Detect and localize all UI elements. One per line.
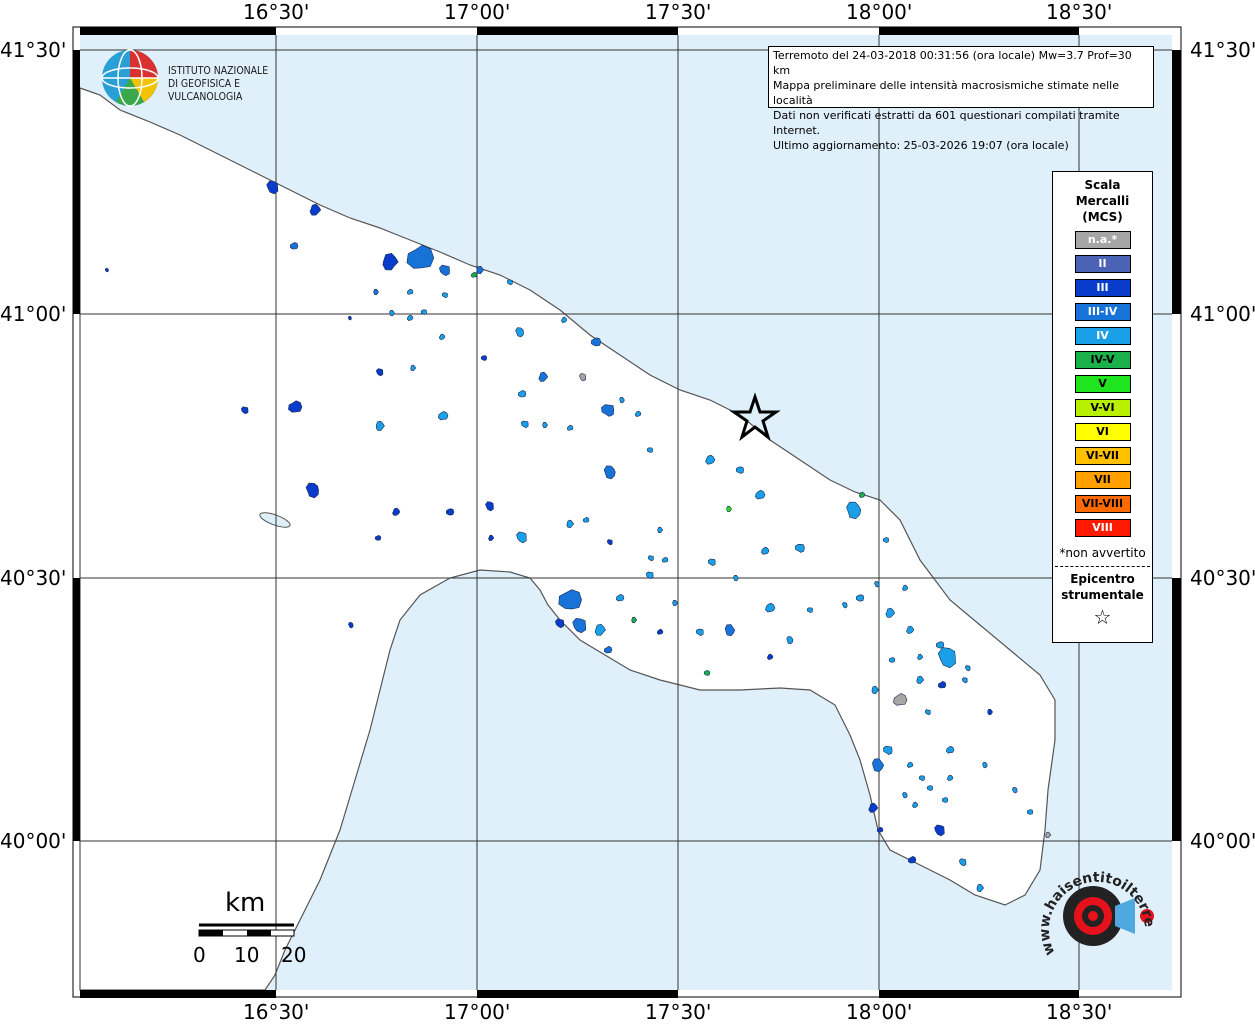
scale-unit: km: [225, 888, 266, 918]
lon-label: 17°00': [444, 0, 511, 24]
legend-note: *non avvertito: [1059, 546, 1146, 560]
legend-item: III-IV: [1074, 303, 1131, 321]
ingv-line2: DI GEOFISICA E VULCANOLOGIA: [168, 77, 243, 103]
legend-item: V: [1074, 375, 1131, 393]
legend-epicenter: Epicentro strumentale: [1053, 571, 1152, 603]
legend-item: VII: [1074, 471, 1131, 489]
event-info: Terremoto del 24-03-2018 00:31:56 (ora l…: [768, 46, 1154, 152]
lat-label: 41°30': [0, 38, 67, 62]
lon-label: 17°00': [444, 1000, 511, 1024]
info-line1: Terremoto del 24-03-2018 00:31:56 (ora l…: [773, 49, 1132, 77]
scale-tick: 20: [281, 943, 307, 967]
legend-item: II: [1074, 255, 1131, 273]
scale-tick: 0: [193, 943, 206, 967]
legend-items: n.a.* II III III-IV IV IV-V V V-VI VI VI-VII VII VI…: [1053, 231, 1152, 537]
lon-label: 18°30': [1046, 0, 1113, 24]
lat-label: 40°00': [1190, 829, 1255, 853]
star-icon: ☆: [1093, 605, 1112, 629]
legend-epicenter-line2: strumentale: [1061, 588, 1144, 602]
legend-item: VIII: [1074, 519, 1131, 537]
lon-label: 16°30': [243, 0, 310, 24]
town-area: [347, 316, 352, 321]
lat-label: 41°00': [1190, 302, 1255, 326]
lon-label: 18°00': [846, 1000, 913, 1024]
lon-label: 17°30': [645, 0, 712, 24]
legend-item: IV: [1074, 327, 1131, 345]
legend-item: VI: [1074, 423, 1131, 441]
town-area: [942, 797, 949, 803]
lon-label: 18°00': [846, 0, 913, 24]
globe-icon: [101, 49, 159, 107]
legend-item: V-VI: [1074, 399, 1131, 417]
legend-title-line3: (MCS): [1082, 210, 1123, 224]
lon-label: 18°30': [1046, 1000, 1113, 1024]
lat-label: 40°30': [0, 566, 67, 590]
info-line3: Dati non verificati estratti da 601 ques…: [773, 109, 1120, 137]
scale-tick: 10: [234, 943, 260, 967]
legend-divider: [1055, 566, 1150, 567]
legend-item: VI-VII: [1074, 447, 1131, 465]
legend-item: III: [1074, 279, 1131, 297]
ingv-name: ISTITUTO NAZIONALE DI GEOFISICA E VULCAN…: [168, 64, 306, 103]
lon-label: 17°30': [645, 1000, 712, 1024]
lat-label: 41°00': [0, 302, 67, 326]
lat-label: 40°30': [1190, 566, 1255, 590]
legend-title: Scala Mercalli (MCS): [1053, 177, 1152, 225]
ingv-logo: ISTITUTO NAZIONALE DI GEOFISICA E VULCAN…: [100, 48, 330, 108]
info-line2: Mappa preliminare delle intensità macros…: [773, 79, 1119, 107]
legend-title-line2: Mercalli: [1075, 194, 1130, 208]
legend-title-line1: Scala: [1084, 178, 1121, 192]
info-line4: Ultimo aggiornamento: 25-03-2026 19:07 (…: [773, 139, 1069, 152]
lat-label: 40°00': [0, 829, 67, 853]
legend-item: IV-V: [1074, 351, 1131, 369]
hsi-logo: www.haisentitoilterremoto.it: [1028, 846, 1165, 978]
legend-item: n.a.*: [1074, 231, 1131, 249]
intensity-legend: Scala Mercalli (MCS) n.a.* II III III-IV IV I…: [1052, 171, 1153, 643]
town-area: [982, 762, 988, 769]
lat-label: 41°30': [1190, 38, 1255, 62]
legend-item: VII-VIII: [1074, 495, 1131, 513]
legend-epicenter-line1: Epicentro: [1070, 572, 1135, 586]
ingv-line1: ISTITUTO NAZIONALE: [168, 64, 269, 77]
hsi-icon: www.haisentitoilterremoto.it: [1028, 846, 1157, 958]
lon-label: 16°30': [243, 1000, 310, 1024]
